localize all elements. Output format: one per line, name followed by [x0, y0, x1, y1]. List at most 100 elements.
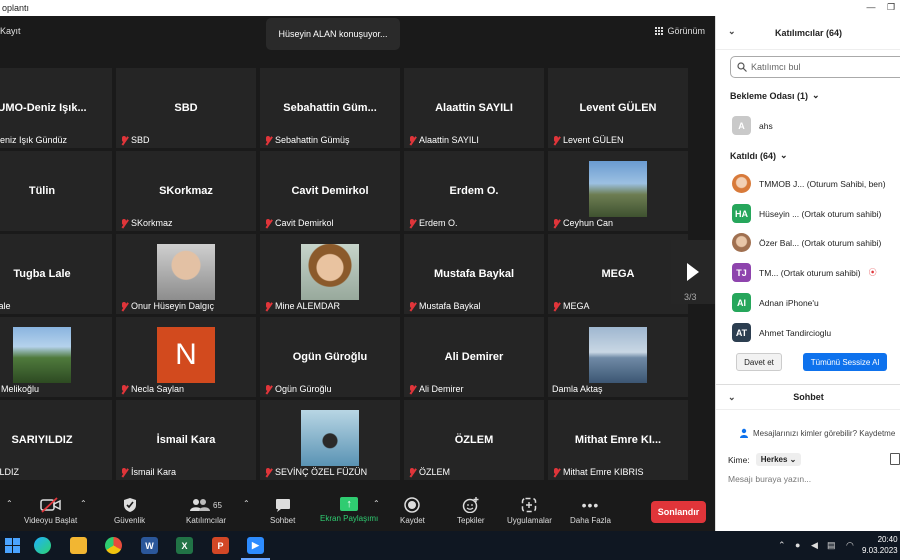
- mic-muted-icon: [552, 218, 560, 228]
- video-tile[interactable]: SKorkmaz SKorkmaz: [116, 151, 256, 231]
- mic-muted-icon: [264, 135, 272, 145]
- video-tile[interactable]: Ceyhun Can: [548, 151, 688, 231]
- video-tile[interactable]: UMO-Deniz Işık... MO-Deniz Işık Gündüz: [0, 68, 112, 148]
- video-tile[interactable]: Mustafa Baykal Mustafa Baykal: [404, 234, 544, 314]
- video-tile[interactable]: Ali Demirer Ali Demirer: [404, 317, 544, 397]
- video-tile[interactable]: Onur Hüseyin Dalgıç: [116, 234, 256, 314]
- video-tile[interactable]: Mine ALEMDAR: [260, 234, 400, 314]
- microphone-icon[interactable]: ●: [795, 540, 800, 550]
- mute-all-button[interactable]: Tümünü Sessize Al: [803, 353, 887, 371]
- file-icon[interactable]: [890, 453, 900, 465]
- chevron-up-icon[interactable]: ⌃: [6, 499, 13, 508]
- reactions-button[interactable]: Tepkiler: [457, 497, 485, 525]
- chat-message-input[interactable]: Mesajı buraya yazın...: [728, 474, 811, 484]
- video-tile[interactable]: MEGA MEGA: [548, 234, 688, 314]
- view-button[interactable]: Görünüm: [655, 26, 705, 36]
- participants-button[interactable]: 65 Katılımcılar: [186, 497, 226, 525]
- video-tile[interactable]: Cavit Demirkol Cavit Demirkol: [260, 151, 400, 231]
- chat-panel-header: ⌄ Sohbet: [716, 384, 900, 410]
- participant-row[interactable]: AT Ahmet Tandircioglu: [732, 323, 831, 342]
- taskbar-clock[interactable]: 20:40 9.03.2023: [862, 534, 898, 556]
- tile-name-label: Onur Hüseyin Dalgıç: [120, 301, 214, 311]
- start-video-button[interactable]: Videoyu Başlat: [24, 497, 77, 525]
- video-tile[interactable]: Tugba Lale gba Lale: [0, 234, 112, 314]
- invite-button[interactable]: Davet et: [736, 353, 782, 371]
- participants-options-caret[interactable]: ⌃: [243, 499, 250, 508]
- sound-icon[interactable]: ◀: [811, 540, 818, 551]
- mic-muted-icon: [264, 467, 272, 477]
- video-tile[interactable]: N Necla Saylan: [116, 317, 256, 397]
- video-tile[interactable]: Alaattin SAYILI Alaattin SAYILI: [404, 68, 544, 148]
- edge-browser-icon[interactable]: [34, 537, 51, 554]
- video-options-caret[interactable]: ⌃: [80, 499, 87, 508]
- video-tile[interactable]: SARIYILDIZ ARIYILDIZ: [0, 400, 112, 480]
- powerpoint-icon[interactable]: P: [212, 537, 229, 554]
- waiting-room-header[interactable]: Bekleme Odası (1) ⌄: [730, 90, 820, 101]
- mic-muted-icon: [120, 384, 128, 394]
- video-tile[interactable]: Levent GÜLEN Levent GÜLEN: [548, 68, 688, 148]
- word-icon[interactable]: W: [141, 537, 158, 554]
- tile-label-text: Mithat Emre KIBRIS: [563, 467, 644, 477]
- tile-label-text: SEVİNÇ ÖZEL FÜZÜN: [275, 467, 368, 477]
- wifi-icon[interactable]: ◠: [846, 540, 854, 551]
- chrome-icon[interactable]: [105, 537, 122, 554]
- video-tile[interactable]: İsmail Kara İsmail Kara: [116, 400, 256, 480]
- tile-label-text: Ogün Güroğlu: [275, 384, 332, 394]
- security-button[interactable]: Güvenlik: [114, 497, 145, 525]
- video-tile[interactable]: Mithat Emre KI... Mithat Emre KIBRIS: [548, 400, 688, 480]
- video-tile[interactable]: Damla Aktaş: [548, 317, 688, 397]
- video-tile[interactable]: Tülinlin: [0, 151, 112, 231]
- reactions-label: Tepkiler: [457, 516, 485, 525]
- avatar: TJ: [732, 263, 751, 282]
- minimize-icon[interactable]: —: [866, 2, 876, 12]
- tray-chevron-icon[interactable]: ⌃: [778, 540, 786, 551]
- file-explorer-icon[interactable]: [70, 537, 87, 554]
- end-meeting-button[interactable]: Sonlandır: [651, 501, 706, 523]
- participant-name: Adnan iPhone'u: [759, 297, 819, 308]
- participant-row[interactable]: TMMOB J... (Oturum Sahibi, ben): [732, 174, 886, 193]
- record-indicator[interactable]: Kayıt: [0, 26, 21, 36]
- chat-button[interactable]: Sohbet: [270, 497, 295, 525]
- video-tile[interactable]: ÖZLEM ÖZLEM: [404, 400, 544, 480]
- chat-to-label: Kime:: [728, 454, 750, 465]
- record-label: Kaydet: [400, 516, 425, 525]
- participant-row[interactable]: TJ TM... (Ortak oturum sahibi) ⦿: [732, 263, 877, 282]
- waiting-participant-row[interactable]: A ahs: [732, 116, 773, 135]
- restore-icon[interactable]: ❐: [886, 2, 896, 12]
- participant-row[interactable]: AI Adnan iPhone'u: [732, 293, 819, 312]
- tile-display-name: Tugba Lale: [13, 268, 71, 280]
- mic-muted-icon: [552, 301, 560, 311]
- mic-muted-icon: [408, 301, 416, 311]
- title-bar: oplantı — ❐: [0, 0, 900, 16]
- video-tile[interactable]: Erdem O. Erdem O.: [404, 151, 544, 231]
- participant-video: [13, 327, 71, 383]
- apps-button[interactable]: Uygulamalar: [507, 497, 552, 525]
- video-tile[interactable]: SBD SBD: [116, 68, 256, 148]
- joined-header[interactable]: Katıldı (64) ⌄: [730, 150, 788, 161]
- chevron-down-icon[interactable]: ⌄: [728, 26, 736, 37]
- chat-recipient: Kime: Herkes ⌄: [728, 453, 802, 466]
- network-icon[interactable]: ▤: [827, 540, 836, 551]
- windows-start-icon[interactable]: [4, 537, 21, 554]
- tile-label-text: MEGA: [563, 301, 590, 311]
- tile-display-name: Erdem O.: [449, 185, 499, 197]
- tile-name-label: Damla Aktaş: [552, 384, 603, 394]
- chevron-down-icon[interactable]: ⌄: [728, 392, 736, 403]
- video-tile[interactable]: Ogün Güroğlu Ogün Güroğlu: [260, 317, 400, 397]
- tile-display-name: Alaattin SAYILI: [435, 102, 513, 114]
- participant-search-input[interactable]: Katılımcı bul: [730, 56, 900, 78]
- video-tile[interactable]: SEVİNÇ ÖZEL FÜZÜN: [260, 400, 400, 480]
- more-button[interactable]: ••• Daha Fazla: [570, 497, 611, 525]
- video-tile[interactable]: şenur Melikoğlu: [0, 317, 112, 397]
- participant-row[interactable]: HA Hüseyin ... (Ortak oturum sahibi): [732, 204, 881, 223]
- participant-row[interactable]: Özer Bal... (Ortak oturum sahibi): [732, 233, 881, 252]
- share-screen-button[interactable]: ↑ Ekran Paylaşımı: [320, 497, 378, 523]
- record-button[interactable]: Kaydet: [400, 497, 425, 525]
- avatar: HA: [732, 204, 751, 223]
- excel-icon[interactable]: X: [176, 537, 193, 554]
- chat-privacy-note[interactable]: Mesajlarınızı kimler görebilir? Kaydetme: [740, 428, 895, 438]
- share-options-caret[interactable]: ⌃: [373, 499, 380, 508]
- zoom-taskbar-icon[interactable]: ▶: [241, 537, 270, 560]
- chat-recipient-select[interactable]: Herkes ⌄: [755, 453, 802, 466]
- video-tile[interactable]: Sebahattin Güm... Sebahattin Gümüş: [260, 68, 400, 148]
